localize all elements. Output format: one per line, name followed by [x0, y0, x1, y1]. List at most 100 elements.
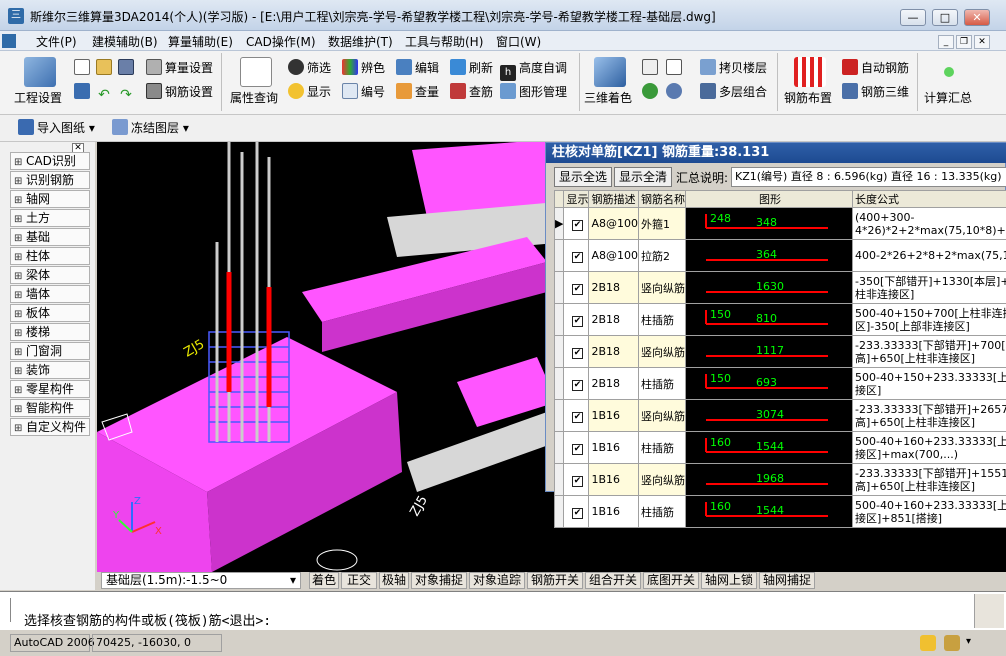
- sidebar-item[interactable]: ⊞ 自定义构件: [10, 418, 90, 436]
- sidebar-item[interactable]: ⊞ 板体: [10, 304, 90, 322]
- lock-icon[interactable]: [944, 635, 960, 651]
- show-checkbox-cell[interactable]: ✔: [563, 335, 590, 368]
- show-checkbox-cell[interactable]: ✔: [563, 271, 590, 304]
- menu-window[interactable]: 窗口(W): [496, 33, 541, 50]
- show-all-button[interactable]: 显示全选: [554, 167, 612, 187]
- check-quantity-button[interactable]: 查量: [396, 83, 439, 101]
- maximize-button[interactable]: □: [932, 9, 958, 26]
- show-checkbox-cell[interactable]: ✔: [563, 399, 590, 432]
- status-toggle[interactable]: 正交: [341, 572, 377, 589]
- menu-cad[interactable]: CAD操作(M): [246, 33, 316, 50]
- rebar-3d-button[interactable]: 钢筋三维: [842, 83, 909, 101]
- table-row[interactable]: ✔ 2B18 柱插筋 150 810 500-40+150+700[上柱非连接区]-350…: [553, 303, 1006, 336]
- view-sphere-icon[interactable]: [642, 83, 661, 101]
- cmd-scrollbar[interactable]: [974, 594, 1004, 628]
- sidebar-item[interactable]: ⊞ 智能构件: [10, 399, 90, 417]
- status-toggle[interactable]: 轴网上锁: [701, 572, 757, 589]
- header-show[interactable]: 显示: [563, 190, 590, 208]
- rebar-settings-button[interactable]: 钢筋设置: [146, 83, 213, 101]
- undo-icon[interactable]: ↶: [96, 83, 115, 103]
- refresh-button[interactable]: 刷新: [450, 59, 493, 77]
- row-selector[interactable]: [553, 431, 565, 464]
- menu-calc[interactable]: 算量辅助(E): [168, 33, 233, 50]
- graphic-manage-button[interactable]: 图形管理: [500, 83, 567, 101]
- sidebar-item[interactable]: ⊞ 零星构件: [10, 380, 90, 398]
- sidebar-item[interactable]: ⊞ CAD识别: [10, 152, 90, 170]
- header-desc[interactable]: 钢筋描述: [588, 190, 639, 208]
- status-toggle[interactable]: 对象追踪: [469, 572, 525, 589]
- show-checkbox[interactable]: ✔: [571, 379, 583, 391]
- show-checkbox[interactable]: ✔: [571, 475, 583, 487]
- show-checkbox-cell[interactable]: ✔: [563, 207, 590, 240]
- sidebar-item[interactable]: ⊞ 轴网: [10, 190, 90, 208]
- redo-icon[interactable]: ↷: [118, 83, 137, 103]
- show-checkbox-cell[interactable]: ✔: [563, 239, 590, 272]
- status-toggle[interactable]: 轴网捕捉: [759, 572, 815, 589]
- menu-file[interactable]: 文件(P): [36, 33, 77, 50]
- menu-modeling[interactable]: 建模辅助(B): [92, 33, 158, 50]
- table-row[interactable]: ✔ 1B16柱插筋 160 1544 500-40+160+233.33333[上柱非连…: [553, 495, 1006, 528]
- tray-chevron-icon[interactable]: ▾: [966, 636, 971, 647]
- row-selector[interactable]: ▶: [553, 207, 565, 240]
- cube-icon[interactable]: [642, 59, 661, 77]
- open-folder-icon[interactable]: [96, 59, 115, 77]
- show-checkbox[interactable]: ✔: [571, 315, 583, 327]
- row-selector[interactable]: [553, 303, 565, 336]
- show-checkbox[interactable]: ✔: [571, 251, 583, 263]
- filter-button[interactable]: 筛选: [288, 59, 331, 77]
- new-file-icon[interactable]: [74, 59, 93, 77]
- row-selector[interactable]: [553, 239, 565, 272]
- floor-select[interactable]: 基础层(1.5m):-1.5~0 ▾: [101, 572, 301, 589]
- check-rebar-button[interactable]: 查筋: [450, 83, 493, 101]
- table-row[interactable]: ✔ 1B16竖向纵筋 3074 -233.33333[下部错开]+2657[本层柱高]…: [553, 399, 1006, 432]
- sidebar-item[interactable]: ⊞ 梁体: [10, 266, 90, 284]
- mdi-restore-icon[interactable]: ❐: [956, 35, 972, 49]
- display-button[interactable]: 显示: [288, 83, 331, 101]
- sidebar-item[interactable]: ⊞ 楼梯: [10, 323, 90, 341]
- summary-field[interactable]: KZ1(编号) 直径 8 : 6.596(kg) 直径 16 : 13.335(…: [731, 167, 1006, 187]
- row-selector[interactable]: [553, 271, 565, 304]
- header-shape[interactable]: 图形: [685, 190, 853, 208]
- row-selector[interactable]: [553, 463, 565, 496]
- property-query-button[interactable]: 属性查询: [230, 89, 278, 107]
- edit-button[interactable]: 编辑: [396, 59, 439, 77]
- mdi-minimize-icon[interactable]: _: [938, 35, 954, 49]
- show-checkbox-cell[interactable]: ✔: [563, 367, 590, 400]
- calc-summary-button[interactable]: 计算汇总: [924, 89, 972, 107]
- sidebar-item[interactable]: ⊞ 柱体: [10, 247, 90, 265]
- auto-rebar-button[interactable]: 自动钢筋: [842, 59, 909, 77]
- sidebar-item[interactable]: ⊞ 墙体: [10, 285, 90, 303]
- text-a-icon[interactable]: [74, 83, 93, 101]
- sidebar-item[interactable]: ⊞ 土方: [10, 209, 90, 227]
- menu-tools[interactable]: 工具与帮助(H): [405, 33, 483, 50]
- quantity-settings-button[interactable]: 算量设置: [146, 59, 213, 77]
- table-row[interactable]: ✔ 2B18柱插筋 150 693 500-40+150+233.33333[上柱非连接…: [553, 367, 1006, 400]
- show-checkbox[interactable]: ✔: [571, 443, 583, 455]
- sidebar-item[interactable]: ⊞ 装饰: [10, 361, 90, 379]
- table-row[interactable]: ▶ ✔ A8@100 外箍1 248 348 (400+300-4*26)*2+2*max(…: [553, 207, 1006, 240]
- table-row[interactable]: ✔ 1B16柱插筋 160 1544 500-40+160+233.33333[上柱非连…: [553, 431, 1006, 464]
- show-checkbox-cell[interactable]: ✔: [563, 495, 590, 528]
- sidebar-item[interactable]: ⊞ 识别钢筋: [10, 171, 90, 189]
- close-button[interactable]: ✕: [964, 9, 990, 26]
- menu-data[interactable]: 数据维护(T): [328, 33, 393, 50]
- header-formula[interactable]: 长度公式: [851, 190, 1006, 208]
- view-rotate-icon[interactable]: [666, 83, 685, 101]
- import-drawing-button[interactable]: 导入图纸 ▾: [18, 119, 95, 137]
- multi-floor-button[interactable]: 多层组合: [700, 83, 767, 101]
- row-selector[interactable]: [553, 367, 565, 400]
- show-checkbox-cell[interactable]: ✔: [563, 463, 590, 496]
- show-checkbox[interactable]: ✔: [571, 411, 583, 423]
- show-checkbox[interactable]: ✔: [571, 219, 583, 231]
- copy-floor-button[interactable]: 拷贝楼层: [700, 59, 767, 77]
- save-icon[interactable]: [118, 59, 137, 77]
- show-checkbox[interactable]: ✔: [571, 347, 583, 359]
- status-toggle[interactable]: 底图开关: [643, 572, 699, 589]
- status-toggle[interactable]: 着色: [309, 572, 339, 589]
- status-toggle[interactable]: 对象捕捉: [411, 572, 467, 589]
- freeze-layer-button[interactable]: 冻结图层 ▾: [112, 119, 189, 137]
- clear-all-button[interactable]: 显示全清: [614, 167, 672, 187]
- sidebar-item[interactable]: ⊞ 基础: [10, 228, 90, 246]
- sidebar-item[interactable]: ⊞ 门窗洞: [10, 342, 90, 360]
- table-row[interactable]: ✔ 1B16竖向纵筋 1968 -233.33333[下部错开]+1551[本层柱高]…: [553, 463, 1006, 496]
